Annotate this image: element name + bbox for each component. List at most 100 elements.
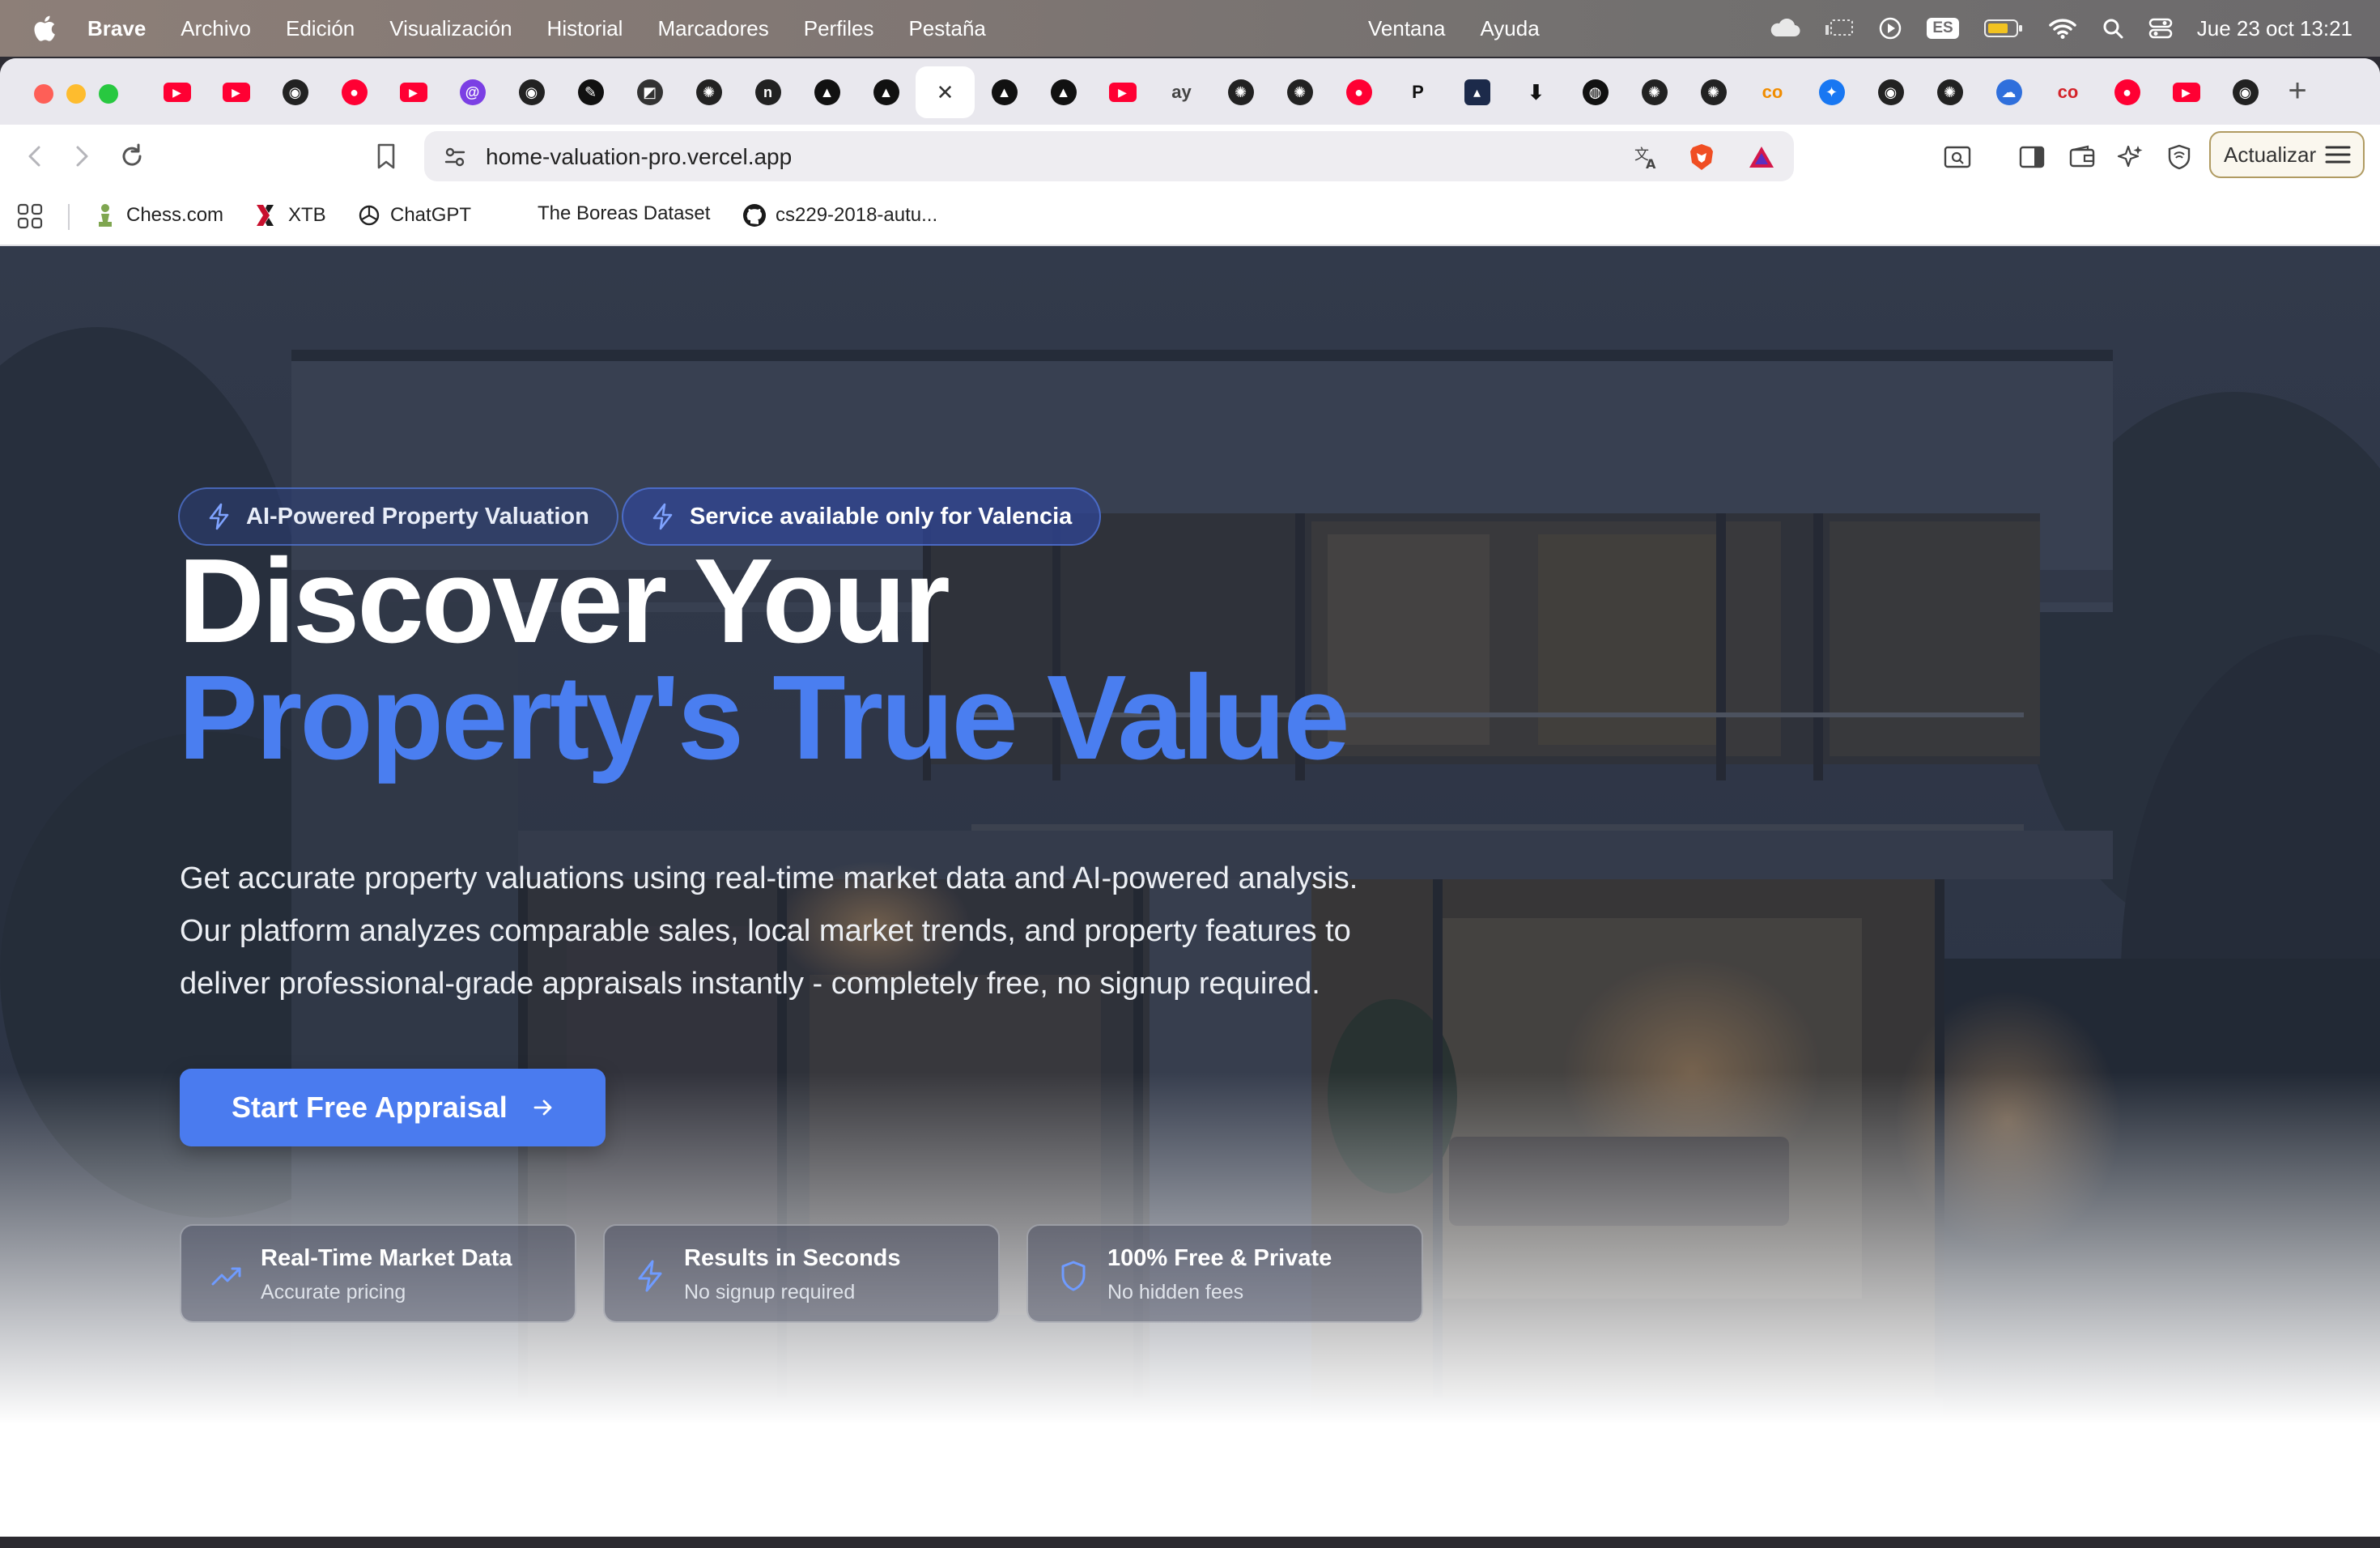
bookmark-xtb[interactable]: XTB: [254, 202, 326, 228]
window-minimize-button[interactable]: [66, 84, 86, 104]
menu-archivo[interactable]: Archivo: [181, 16, 251, 41]
browser-tab[interactable]: ◍: [1566, 66, 1625, 118]
browser-tab[interactable]: ▶: [1093, 66, 1152, 118]
leo-ai-icon[interactable]: [2114, 141, 2147, 173]
feature-title: Real-Time Market Data: [261, 1245, 512, 1271]
reader-mode-icon[interactable]: [1941, 141, 1974, 173]
menu-visualizacion[interactable]: Visualización: [389, 16, 512, 41]
brave-shields-icon[interactable]: [1687, 142, 1716, 172]
browser-tab[interactable]: ✺: [1270, 66, 1329, 118]
browser-tab[interactable]: ▶: [2157, 66, 2216, 118]
browser-tab[interactable]: ay: [1152, 66, 1211, 118]
browser-tab[interactable]: ✦: [1802, 66, 1861, 118]
bookmark-cs229[interactable]: cs229-2018-autu...: [742, 202, 937, 228]
translate-icon[interactable]: 文A: [1632, 142, 1661, 172]
apple-logo-icon[interactable]: [31, 14, 57, 43]
apps-grid-icon[interactable]: [16, 202, 44, 230]
browser-tab[interactable]: ▶: [147, 66, 206, 118]
update-menu-button[interactable]: Actualizar: [2209, 131, 2365, 178]
browser-tab[interactable]: ✺: [1684, 66, 1743, 118]
macos-menu-bar: Brave Archivo Edición Visualización Hist…: [0, 0, 2380, 57]
bookmark-label: ChatGPT: [390, 204, 472, 226]
web-page: AI-Powered Property Valuation Service av…: [0, 246, 2380, 1537]
browser-tab[interactable]: ✺: [1920, 66, 1979, 118]
browser-tab[interactable]: ◉: [1861, 66, 1920, 118]
browser-tab[interactable]: ✎: [561, 66, 620, 118]
browser-tab[interactable]: ▲: [975, 66, 1034, 118]
address-bar[interactable]: home-valuation-pro.vercel.app 文A: [424, 131, 1794, 181]
browser-tab[interactable]: @: [443, 66, 502, 118]
menu-app-name[interactable]: Brave: [87, 16, 146, 41]
status-area: ES Jue 23 oct 13:21: [1768, 0, 2352, 57]
feature-title: 100% Free & Private: [1107, 1245, 1332, 1271]
browser-tab[interactable]: n: [738, 66, 797, 118]
start-free-appraisal-button[interactable]: Start Free Appraisal: [180, 1069, 606, 1146]
menu-edicion[interactable]: Edición: [286, 16, 355, 41]
browser-tab[interactable]: ●: [1329, 66, 1388, 118]
spotlight-search-icon[interactable]: [2102, 17, 2124, 40]
browser-tab[interactable]: ✺: [1625, 66, 1684, 118]
icloud-icon[interactable]: [1768, 19, 1800, 38]
input-language-badge[interactable]: ES: [1927, 18, 1959, 39]
reload-icon[interactable]: [115, 139, 149, 173]
bookmark-chatgpt[interactable]: ChatGPT: [356, 202, 471, 228]
control-center-icon[interactable]: [2148, 17, 2173, 40]
browser-tab[interactable]: ▶: [206, 66, 266, 118]
window-close-button[interactable]: [34, 84, 53, 104]
battery-icon[interactable]: [1983, 18, 2024, 39]
co-logo-icon: co: [2057, 82, 2079, 102]
address-url-text[interactable]: home-valuation-pro.vercel.app: [486, 144, 792, 170]
window-fullscreen-button[interactable]: [99, 84, 118, 104]
vpn-shield-icon[interactable]: [2163, 141, 2195, 173]
screen-mirroring-icon[interactable]: [1825, 18, 1854, 39]
menu-marcadores[interactable]: Marcadores: [657, 16, 768, 41]
shield-icon: [1056, 1258, 1091, 1294]
browser-tab[interactable]: ◉: [2216, 66, 2275, 118]
bookmark-boreas-dataset[interactable]: The Boreas Dataset: [538, 202, 710, 225]
youtube-record-icon: ●: [341, 79, 368, 105]
menu-ayuda[interactable]: Ayuda: [1480, 16, 1539, 41]
cloud-blue-icon: ☁: [1995, 79, 2022, 105]
browser-tab[interactable]: co: [1743, 66, 1802, 118]
clock-datetime[interactable]: Jue 23 oct 13:21: [2197, 16, 2352, 41]
site-settings-icon[interactable]: [440, 142, 470, 172]
wallet-icon[interactable]: [2066, 141, 2098, 173]
browser-tab[interactable]: ▶: [384, 66, 443, 118]
menu-ventana[interactable]: Ventana: [1368, 16, 1445, 41]
browser-tab[interactable]: ✺: [679, 66, 738, 118]
hamburger-menu-icon: [2325, 146, 2351, 164]
bookmark-label: The Boreas Dataset: [538, 202, 711, 224]
browser-tab[interactable]: ●: [2097, 66, 2157, 118]
browser-tab[interactable]: ✺: [1211, 66, 1270, 118]
browser-tab[interactable]: ▲: [797, 66, 856, 118]
browser-tab[interactable]: ✕: [916, 66, 975, 118]
brave-rewards-icon[interactable]: [1747, 142, 1776, 172]
play-circle-icon[interactable]: [1878, 16, 1902, 40]
browser-tab[interactable]: ▴: [1447, 66, 1507, 118]
bookmark-label: Chess.com: [126, 204, 224, 226]
menu-historial[interactable]: Historial: [547, 16, 623, 41]
browser-tab[interactable]: ⬇: [1507, 66, 1566, 118]
back-arrow-icon[interactable]: [18, 139, 52, 173]
browser-tab[interactable]: ▲: [856, 66, 916, 118]
browser-tab[interactable]: ◩: [620, 66, 679, 118]
browser-tab[interactable]: P: [1388, 66, 1447, 118]
browser-tab[interactable]: co: [2038, 66, 2097, 118]
forward-arrow-icon[interactable]: [65, 139, 99, 173]
browser-tab[interactable]: ◉: [502, 66, 561, 118]
menu-perfiles[interactable]: Perfiles: [804, 16, 874, 41]
wifi-icon[interactable]: [2048, 17, 2077, 40]
chess-pawn-icon: [92, 202, 118, 228]
browser-tab[interactable]: ◉: [266, 66, 325, 118]
new-tab-plus-icon[interactable]: +: [2276, 70, 2318, 112]
browser-tab[interactable]: ▲: [1034, 66, 1093, 118]
diagonal-square-icon: ◩: [636, 79, 663, 105]
sidebar-toggle-icon[interactable]: [2016, 141, 2048, 173]
menu-pestana[interactable]: Pestaña: [908, 16, 985, 41]
bookmark-page-icon[interactable]: [369, 139, 403, 173]
hero-headline-line-2: Property's True Value: [178, 651, 1350, 785]
tab-list: ▶ ▶ ◉ ● ▶ @ ◉ ✎ ◩ ✺ n ▲ ▲ ✕ ▲ ▲ ▶ ay ✺ ✺ ● P ▴ ⬇ ◍ ✺ ✺ co ✦ ◉ ✺ ☁ co ● ▶ ◉: [147, 66, 2275, 118]
browser-tab[interactable]: ☁: [1979, 66, 2038, 118]
bookmark-chess[interactable]: Chess.com: [92, 202, 223, 228]
browser-tab[interactable]: ●: [325, 66, 384, 118]
